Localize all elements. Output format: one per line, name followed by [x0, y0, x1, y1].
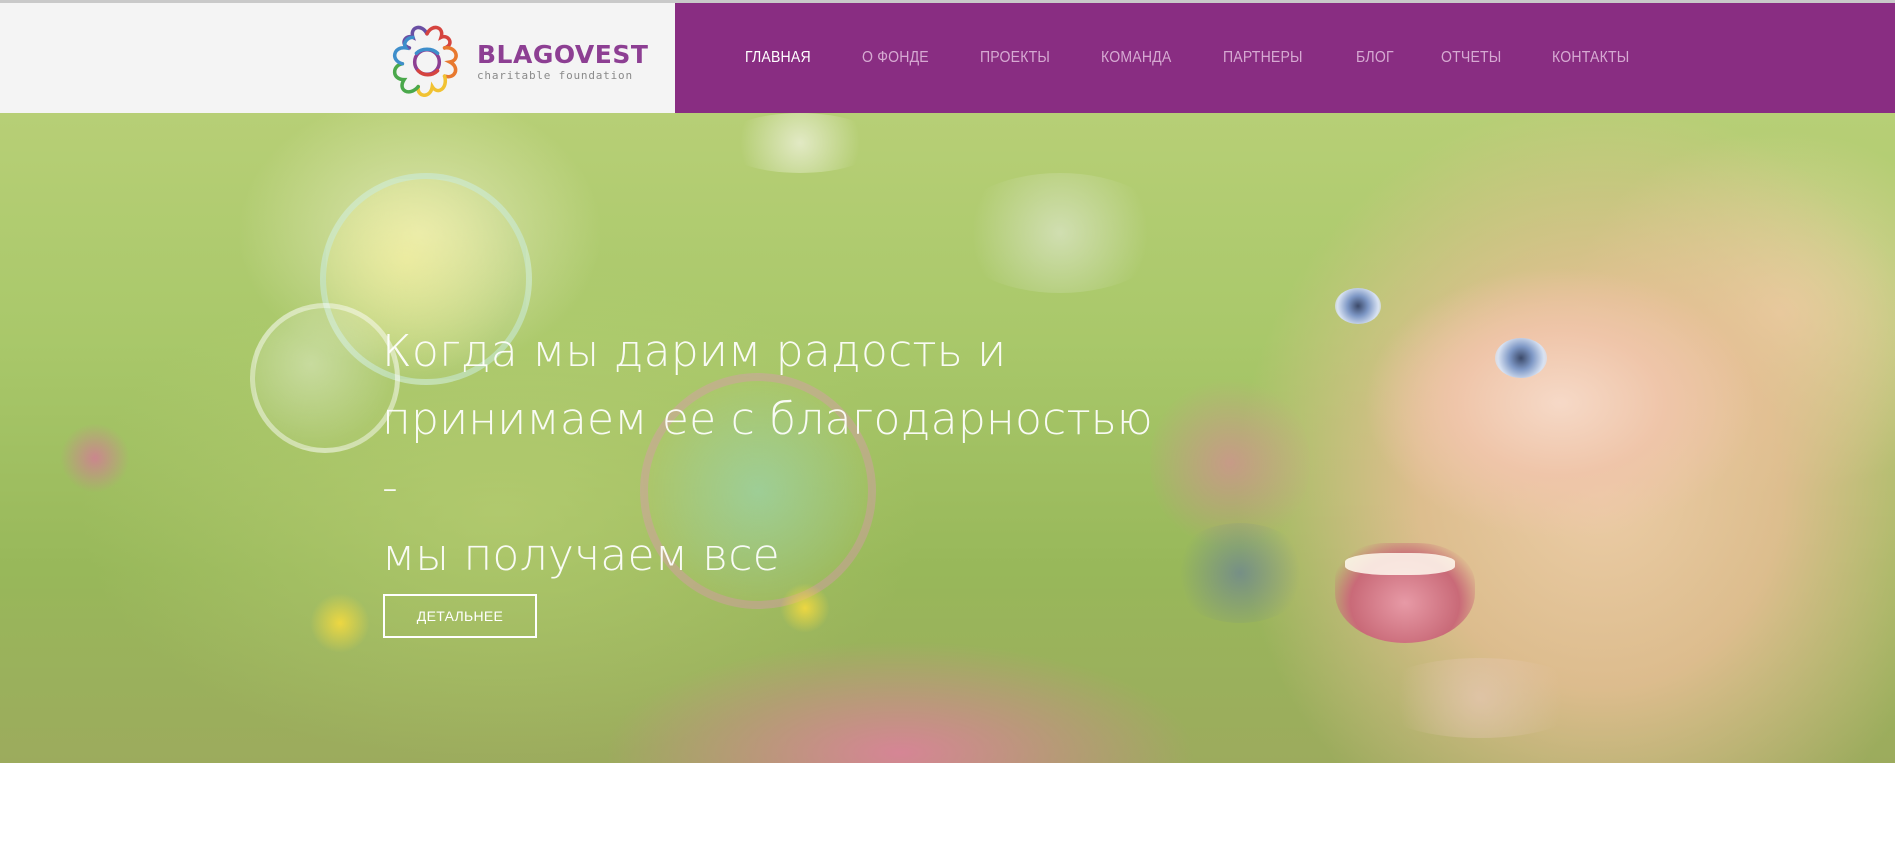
logo[interactable]: BLAGOVEST charitable foundation: [383, 16, 648, 108]
clothing-blur: [1170, 523, 1310, 623]
nav-item-reports[interactable]: ОТЧЕТЫ: [1441, 49, 1501, 67]
clothing-blur: [1370, 658, 1590, 738]
light-blur: [720, 113, 880, 173]
hero-title-line: мы получаем все: [382, 530, 780, 581]
light-blur: [950, 173, 1170, 293]
logo-text: BLAGOVEST charitable foundation: [477, 41, 648, 83]
details-button[interactable]: ДЕТАЛЬНЕЕ: [383, 594, 537, 638]
hero-title-line: принимаем ее с благодарностью -: [382, 394, 1153, 513]
flower-blur: [60, 423, 130, 493]
hero-slider: Когда мы дарим радость и принимаем ее с …: [0, 113, 1895, 763]
nav-item-blog[interactable]: БЛОГ: [1356, 49, 1394, 67]
nav-item-about[interactable]: О ФОНДЕ: [862, 49, 929, 67]
flower-blur: [310, 593, 370, 653]
flower-blur: [780, 583, 830, 633]
site-header: BLAGOVEST charitable foundation ГЛАВНАЯ …: [0, 3, 1895, 113]
main-nav: ГЛАВНАЯ О ФОНДЕ ПРОЕКТЫ КОМАНДА ПАРТНЕРЫ…: [675, 3, 1895, 113]
hero-title: Когда мы дарим радость и принимаем ее с …: [382, 318, 1182, 590]
girl-eye: [1495, 338, 1547, 378]
nav-item-team[interactable]: КОМАНДА: [1101, 49, 1171, 67]
nav-item-projects[interactable]: ПРОЕКТЫ: [980, 49, 1050, 67]
nav-item-home[interactable]: ГЛАВНАЯ: [745, 49, 811, 67]
nav-list: ГЛАВНАЯ О ФОНДЕ ПРОЕКТЫ КОМАНДА ПАРТНЕРЫ…: [745, 3, 1682, 113]
hero-title-line: Когда мы дарим радость и: [382, 326, 1007, 377]
brand-name: BLAGOVEST: [477, 40, 649, 69]
girl-teeth: [1345, 553, 1455, 575]
page-content-area: [0, 763, 1895, 853]
soap-bubble: [250, 303, 400, 453]
nav-item-contacts[interactable]: КОНТАКТЫ: [1552, 49, 1629, 67]
girl-eye: [1335, 288, 1381, 324]
heart-flower-logo-icon: [392, 25, 458, 97]
nav-item-partners[interactable]: ПАРТНЕРЫ: [1223, 49, 1303, 67]
brand-tagline: charitable foundation: [477, 69, 633, 82]
brand-area: BLAGOVEST charitable foundation: [0, 3, 675, 113]
